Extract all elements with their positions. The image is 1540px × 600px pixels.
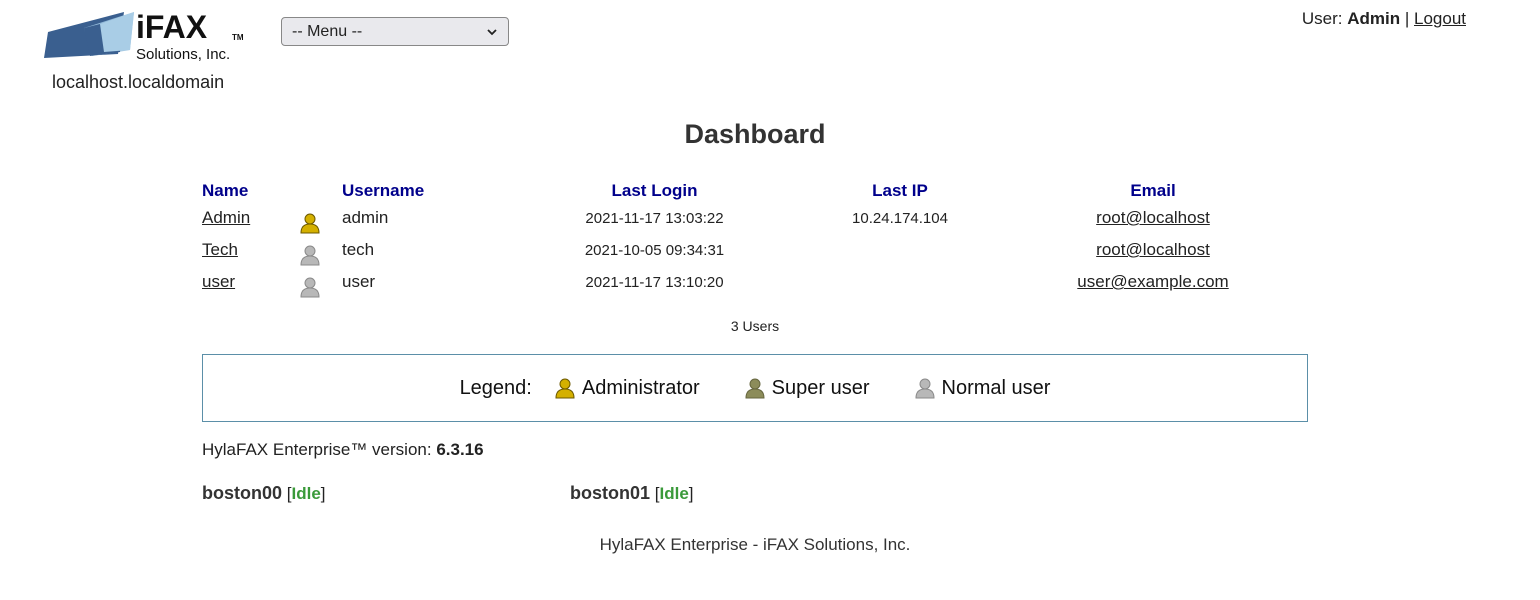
modem-name: boston00 [202,483,283,503]
last-login-cell: 2021-11-17 13:10:20 [585,274,724,291]
column-header-username[interactable]: Username [342,181,424,201]
hostname-label: localhost.localdomain [52,72,225,92]
email-link[interactable]: user@example.com [1072,272,1234,292]
legend-label: Legend: [459,376,532,399]
dashboard-page: iFAX TM Solutions, Inc. localhost.locald… [0,0,1540,600]
svg-text:Solutions, Inc.: Solutions, Inc. [136,46,230,63]
table-row: Tech tech 2021-10-05 09:34:31 root@local… [202,240,1308,272]
version-label: HylaFAX Enterprise™ version: [202,440,432,459]
menu-selected-value: -- Menu -- [292,22,363,40]
table-row: Admin admin 2021-11-17 13:03:22 10.24.17… [202,208,1308,240]
version-info: HylaFAX Enterprise™ version: 6.3.16 [202,440,484,460]
username-cell: admin [342,208,389,227]
administrator-user-icon [555,378,575,399]
normal-user-icon [915,378,935,399]
chevron-down-icon [487,28,497,35]
username-cell: user [342,272,376,291]
svg-text:TM: TM [232,33,244,42]
user-name-link[interactable]: Tech [202,240,238,260]
last-login-cell: 2021-11-17 13:03:22 [585,210,724,227]
legend-item-administrator: Administrator [554,377,700,400]
legend-item-label: Administrator [581,376,700,399]
column-header-name[interactable]: Name [202,181,248,201]
table-row: user user 2021-11-17 13:10:20 user@examp… [202,272,1308,304]
user-info: User: Admin | Logout [1302,9,1466,29]
normal-user-icon [300,245,320,266]
legend-item-label: Normal user [941,376,1051,399]
email-link[interactable]: root@localhost [1072,208,1234,228]
modem-state-link[interactable]: Idle [291,484,320,503]
column-header-last-login[interactable]: Last Login [582,181,727,201]
modem-status: boston01 [Idle] [570,483,694,504]
modem-bracket: ] [320,484,326,503]
modem-status: boston00 [Idle] [202,483,326,504]
current-user-name: Admin [1347,9,1401,28]
page-title: Dashboard [684,119,826,149]
super-user-icon [745,378,765,399]
logout-link[interactable]: Logout [1414,9,1466,28]
modem-name: boston01 [570,483,651,503]
svg-text:iFAX: iFAX [136,9,208,45]
user-count: 3 Users [730,318,780,334]
table-header-row: Name Username Last Login Last IP Email [202,181,1308,203]
user-name-link[interactable]: Admin [202,208,250,228]
normal-user-icon [300,277,320,298]
column-header-last-ip[interactable]: Last IP [842,181,958,201]
column-header-email[interactable]: Email [1072,181,1234,201]
modem-state-link[interactable]: Idle [659,484,688,503]
legend-item-super-user: Super user [744,377,870,400]
email-link[interactable]: root@localhost [1072,240,1234,260]
footer-text: HylaFAX Enterprise - iFAX Solutions, Inc… [599,535,911,554]
users-table: Name Username Last Login Last IP Email A… [202,181,1308,304]
last-login-cell: 2021-10-05 09:34:31 [584,242,725,259]
user-label: User: [1301,9,1343,28]
legend-box: Legend: Administrator Super user Normal … [202,354,1308,422]
legend-item-normal-user: Normal user [914,376,1051,400]
user-name-link[interactable]: user [202,272,235,292]
last-ip-cell: 10.24.174.104 [852,210,948,227]
username-cell: tech [342,240,375,259]
user-separator: | [1404,9,1410,28]
version-value: 6.3.16 [436,440,484,459]
modem-bracket: ] [688,484,694,503]
ifax-logo: iFAX TM Solutions, Inc. [44,9,244,63]
legend-item-label: Super user [771,376,870,399]
main-menu-select[interactable]: -- Menu -- [281,17,509,46]
administrator-user-icon [300,213,320,234]
